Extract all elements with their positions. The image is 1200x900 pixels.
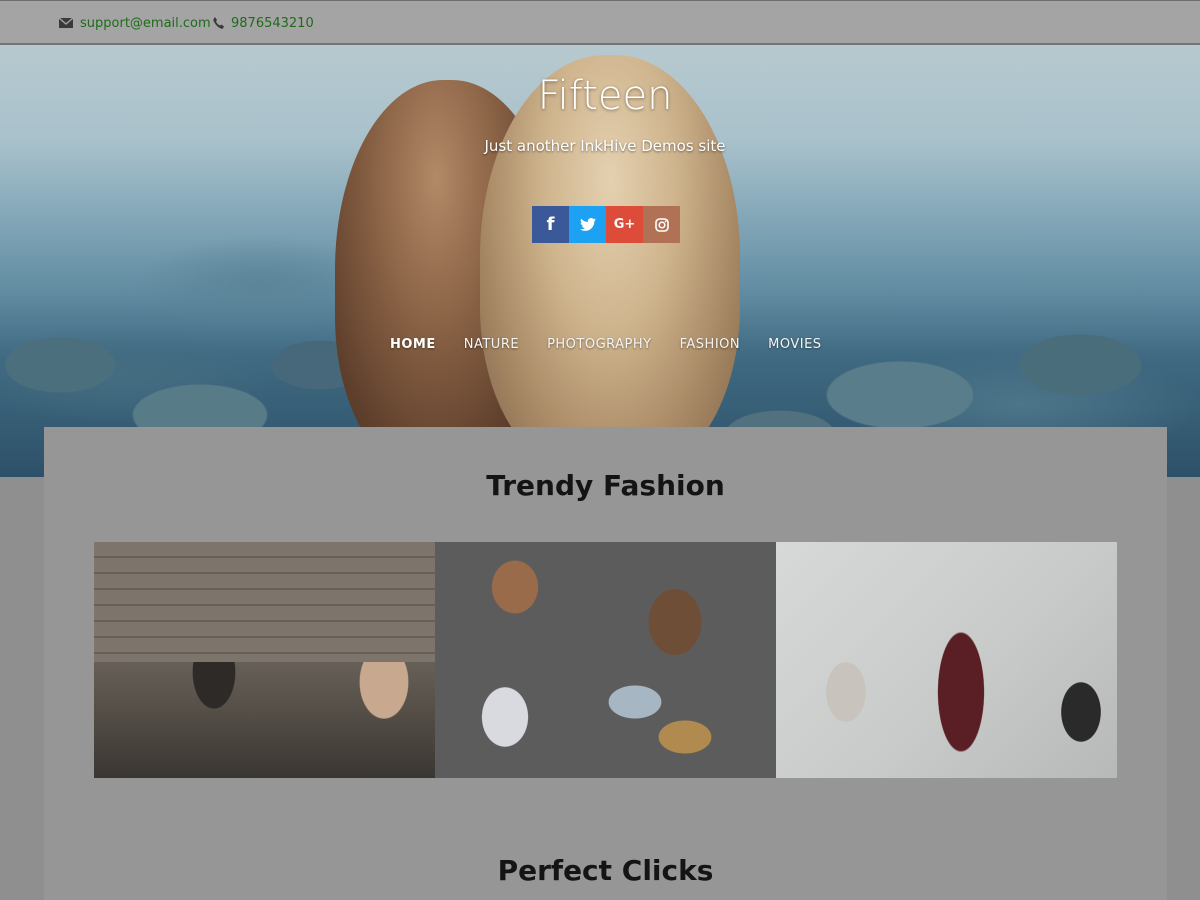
section-title-trendy-fashion: Trendy Fashion	[486, 469, 725, 502]
site-tagline: Just another InkHive Demos site	[484, 137, 726, 155]
site-title[interactable]: Fifteen	[0, 73, 1200, 119]
gallery-image-flatlay-accessories[interactable]	[435, 542, 776, 778]
fashion-gallery	[94, 542, 1117, 778]
top-contact-bar: support@email.com 9876543210	[0, 0, 1200, 45]
instagram-icon	[654, 217, 669, 232]
email-text: support@email.com	[80, 15, 211, 31]
gallery-image-couple-with-dog[interactable]	[94, 542, 435, 778]
facebook-button[interactable]: f	[532, 206, 569, 243]
main-navigation: HOME NATURE PHOTOGRAPHY FASHION MOVIES	[376, 333, 836, 356]
phone-icon	[213, 17, 224, 29]
section-title-perfect-clicks: Perfect Clicks	[497, 854, 714, 887]
nav-item-nature[interactable]: NATURE	[450, 333, 533, 356]
phone-text: 9876543210	[231, 15, 314, 31]
email-link[interactable]: support@email.com	[59, 14, 211, 32]
envelope-icon	[59, 18, 73, 28]
instagram-button[interactable]	[643, 206, 680, 243]
content-card: Trendy Fashion Perfect Clicks	[44, 427, 1167, 900]
nav-item-fashion[interactable]: FASHION	[666, 333, 755, 356]
google-plus-icon: G+	[613, 217, 636, 232]
nav-item-photography[interactable]: PHOTOGRAPHY	[533, 333, 666, 356]
gallery-image-woman-shopping-bags[interactable]	[776, 542, 1117, 778]
facebook-icon: f	[546, 214, 555, 235]
twitter-button[interactable]	[569, 206, 606, 243]
phone-link[interactable]: 9876543210	[213, 14, 314, 32]
nav-item-movies[interactable]: MOVIES	[754, 333, 835, 356]
social-links: f G+	[532, 206, 680, 243]
google-plus-button[interactable]: G+	[606, 206, 643, 243]
nav-item-home[interactable]: HOME	[376, 333, 450, 356]
twitter-icon	[579, 218, 596, 231]
hero-header: Fifteen Just another InkHive Demos site …	[0, 45, 1200, 477]
